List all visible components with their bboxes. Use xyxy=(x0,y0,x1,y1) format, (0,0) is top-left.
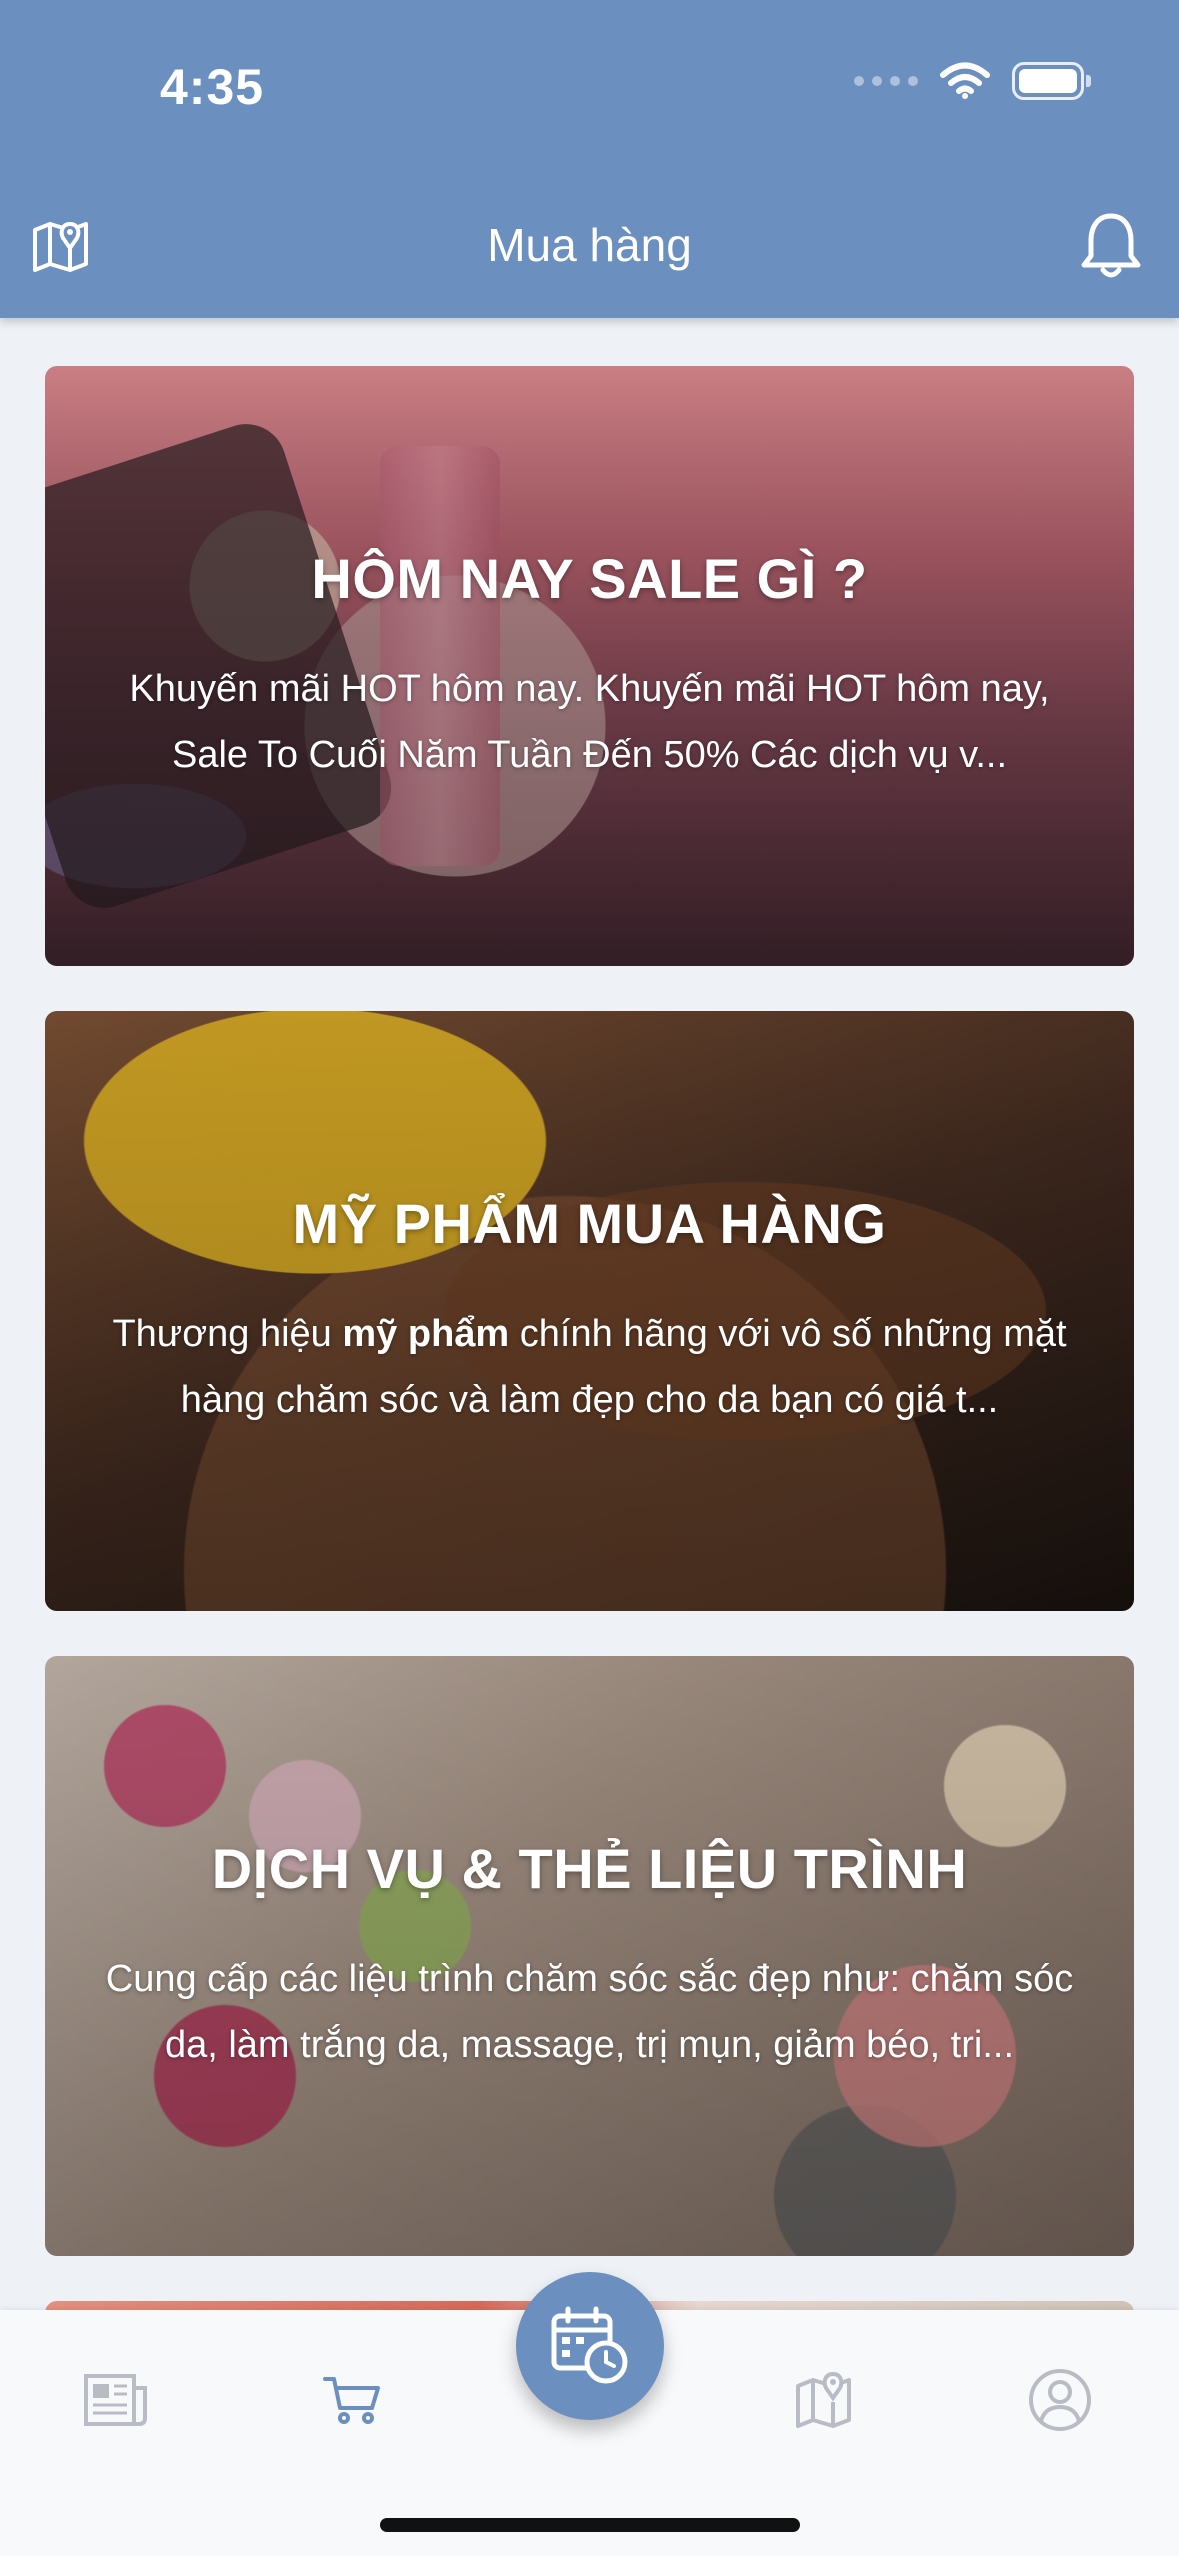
promo-card-cosmetics[interactable]: MỸ PHẨM MUA HÀNG Thương hiệu mỹ phẩm chí… xyxy=(45,1011,1134,1611)
tab-news[interactable] xyxy=(66,2350,166,2450)
tab-map[interactable] xyxy=(774,2350,874,2450)
newspaper-icon xyxy=(84,2374,147,2426)
card-description-bold: mỹ phẩm xyxy=(342,1313,510,1355)
bell-icon[interactable] xyxy=(1079,210,1143,287)
tab-profile[interactable] xyxy=(1010,2350,1110,2450)
tab-booking[interactable] xyxy=(516,2272,664,2420)
card-title: DỊCH VỤ & THẺ LIỆU TRÌNH xyxy=(211,1837,968,1900)
promo-card-services[interactable]: DỊCH VỤ & THẺ LIỆU TRÌNH Cung cấp các li… xyxy=(45,1656,1134,2256)
card-title: HÔM NAY SALE GÌ ? xyxy=(311,547,868,610)
calendar-clock-icon xyxy=(551,2306,628,2384)
user-circle-icon xyxy=(1029,2369,1091,2431)
card-description: Thương hiệu mỹ phẩm chính hãng với vô số… xyxy=(100,1301,1079,1433)
card-description-prefix: Thương hiệu xyxy=(112,1313,343,1355)
card-title: MỸ PHẨM MUA HÀNG xyxy=(292,1192,887,1255)
promo-card-sale[interactable]: HÔM NAY SALE GÌ ? Khuyến mãi HOT hôm nay… xyxy=(45,366,1134,966)
app-header: 4:35 Mua hàng xyxy=(0,0,1179,318)
page-title: Mua hàng xyxy=(487,219,692,271)
card-description: Cung cấp các liệu trình chăm sóc sắc đẹp… xyxy=(105,1958,1074,2066)
home-indicator xyxy=(380,2518,800,2532)
status-time: 4:35 xyxy=(160,59,265,115)
signal-icon xyxy=(854,76,918,86)
tab-shop[interactable] xyxy=(302,2350,402,2450)
wifi-icon xyxy=(940,62,990,99)
map-pin-icon xyxy=(796,2371,851,2428)
status-icons xyxy=(854,62,1091,100)
battery-icon xyxy=(1012,62,1091,100)
card-description: Khuyến mãi HOT hôm nay. Khuyến mãi HOT h… xyxy=(129,668,1050,776)
cart-icon xyxy=(323,2377,380,2424)
